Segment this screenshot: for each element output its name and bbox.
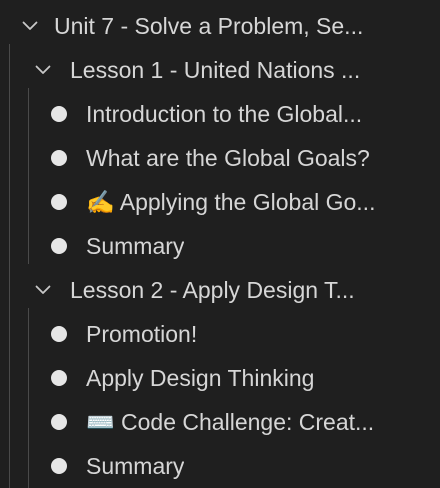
tree-item-lesson-1-item-4[interactable]: Summary [0,224,440,268]
bullet-icon [51,326,67,342]
tree-item-label: ⌨️ Code Challenge: Creat... [86,409,375,435]
tree-item-lesson-2-item-2[interactable]: Apply Design Thinking [0,356,440,400]
chevron-down-icon[interactable] [32,268,54,312]
outline-tree: Unit 7 - Solve a Problem, Se... Lesson 1… [0,0,440,488]
tree-item-label: Summary [86,453,185,479]
bullet-icon [51,458,67,474]
bullet-icon [51,150,67,166]
tree-item-lesson-1-item-3[interactable]: ✍️ Applying the Global Go... [0,180,440,224]
tree-item-label: Lesson 2 - Apply Design T... [70,277,355,303]
tree-item-label: Lesson 1 - United Nations ... [70,57,361,83]
tree-item-label: Introduction to the Global... [86,101,363,127]
chevron-down-icon[interactable] [19,4,41,48]
tree-item-lesson-2-item-1[interactable]: Promotion! [0,312,440,356]
tree-item-label: Unit 7 - Solve a Problem, Se... [54,13,364,39]
tree-item-label: ✍️ Applying the Global Go... [86,189,376,215]
bullet-icon [51,194,67,210]
bullet-icon [51,414,67,430]
tree-item-lesson-2-item-4[interactable]: Summary [0,444,440,488]
tree-item-lesson-1[interactable]: Lesson 1 - United Nations ... [0,48,440,92]
bullet-icon [51,238,67,254]
tree-item-lesson-1-item-2[interactable]: What are the Global Goals? [0,136,440,180]
tree-item-lesson-2[interactable]: Lesson 2 - Apply Design T... [0,268,440,312]
tree-item-label: What are the Global Goals? [86,145,370,171]
tree-item-label: Apply Design Thinking [86,365,315,391]
tree-item-lesson-1-item-1[interactable]: Introduction to the Global... [0,92,440,136]
tree-item-label: Summary [86,233,185,259]
tree-item-label: Promotion! [86,321,198,347]
tree-item-lesson-2-item-3[interactable]: ⌨️ Code Challenge: Creat... [0,400,440,444]
bullet-icon [51,370,67,386]
tree-item-unit[interactable]: Unit 7 - Solve a Problem, Se... [0,4,440,48]
chevron-down-icon[interactable] [32,48,54,92]
bullet-icon [51,106,67,122]
